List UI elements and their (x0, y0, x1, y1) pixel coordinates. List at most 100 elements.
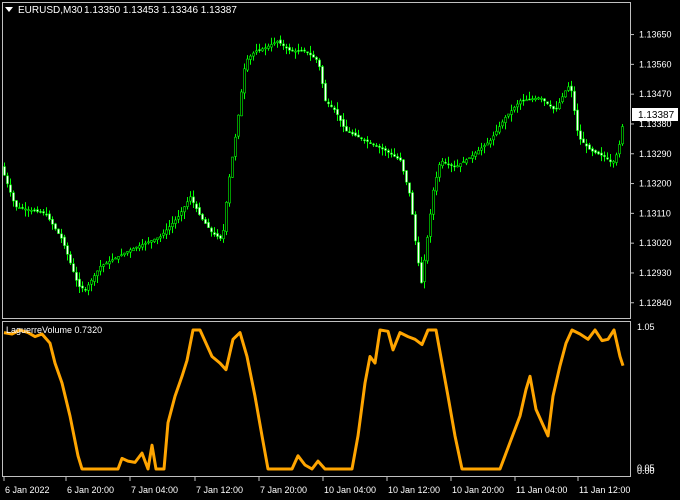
candle-body (306, 51, 309, 54)
candle-body (249, 55, 252, 60)
candle-body (159, 236, 162, 239)
candle-body (348, 131, 351, 133)
candle-body (549, 104, 552, 107)
candle-body (366, 139, 369, 142)
candle-body (99, 266, 102, 272)
candle-body (105, 262, 108, 265)
chart-background (0, 0, 680, 500)
candle-body (552, 105, 555, 110)
candle-body (42, 211, 45, 214)
candle-body (432, 189, 435, 215)
candle-body (579, 130, 582, 140)
candle-body (186, 201, 189, 207)
candle-body (504, 117, 507, 123)
candle-body (561, 96, 564, 102)
candle-body (441, 160, 444, 167)
candle-body (426, 237, 429, 262)
candle-body (27, 209, 30, 211)
candle-body (363, 139, 366, 141)
candle-body (189, 196, 192, 202)
candle-body (120, 254, 123, 257)
candle-body (276, 40, 279, 43)
candle-body (576, 109, 579, 131)
candle-body (141, 244, 144, 248)
candle-body (378, 145, 381, 148)
candle-body (492, 135, 495, 141)
candle-body (84, 289, 87, 291)
candle-body (588, 144, 591, 150)
candle-body (330, 104, 333, 108)
candle-body (96, 270, 99, 277)
candle-body (78, 278, 81, 287)
candle-body (438, 164, 441, 178)
candle-body (465, 159, 468, 164)
candle-body (135, 246, 138, 249)
candle-body (21, 207, 24, 209)
candle-body (180, 211, 183, 216)
candle-body (273, 42, 276, 45)
candle-body (321, 66, 324, 85)
candle-body (435, 177, 438, 192)
candle-body (498, 126, 501, 133)
candle-body (171, 222, 174, 228)
price-tick-label: 1.13290 (639, 149, 672, 159)
candle-body (591, 148, 594, 152)
candle-body (246, 58, 249, 71)
candle-body (87, 284, 90, 291)
candle-body (303, 49, 306, 52)
candle-body (534, 97, 537, 101)
candle-body (477, 150, 480, 155)
candle-body (618, 144, 621, 155)
candle-body (528, 98, 531, 101)
candle-body (420, 262, 423, 284)
time-tick-label: 10 Jan 12:00 (388, 485, 440, 495)
candle-body (537, 97, 540, 100)
candle-body (282, 43, 285, 47)
candle-body (519, 100, 522, 105)
price-tick-label: 1.13470 (639, 89, 672, 99)
candle-body (24, 208, 27, 211)
indicator-tick-label: 0.00 (637, 466, 655, 476)
candle-body (621, 126, 624, 145)
current-price-tag-text: 1.13387 (638, 110, 675, 121)
candle-body (198, 207, 201, 215)
candle-body (525, 99, 528, 102)
candle-body (258, 49, 261, 51)
candle-body (423, 259, 426, 282)
candle-body (360, 137, 363, 140)
candle-body (357, 134, 360, 138)
candle-body (489, 140, 492, 145)
candle-body (408, 182, 411, 194)
candle-body (267, 45, 270, 49)
candle-body (345, 126, 348, 132)
candle-body (501, 121, 504, 127)
candle-body (45, 213, 48, 216)
candle-body (261, 48, 264, 52)
candle-body (237, 114, 240, 137)
candle-body (342, 119, 345, 127)
symbol-label: EURUSD,M30 (18, 5, 83, 16)
candle-body (381, 147, 384, 150)
candle-body (39, 211, 42, 213)
time-tick-label: 6 Jan 2022 (5, 485, 50, 495)
candle-body (495, 130, 498, 135)
candle-body (369, 142, 372, 144)
candle-body (66, 245, 69, 255)
candle-body (69, 254, 72, 264)
candle-body (93, 275, 96, 282)
candle-body (240, 91, 243, 117)
candle-body (459, 163, 462, 167)
candle-body (483, 145, 486, 148)
candle-body (264, 47, 267, 50)
candle-body (456, 165, 459, 168)
candle-body (474, 152, 477, 157)
price-tick-label: 1.13110 (639, 208, 671, 218)
price-tick-label: 1.13560 (639, 59, 672, 69)
candle-body (315, 57, 318, 60)
candle-body (222, 230, 225, 240)
candle-body (207, 222, 210, 229)
candle-body (351, 131, 354, 135)
candle-body (510, 110, 513, 115)
candle-body (447, 163, 450, 166)
candle-body (243, 68, 246, 94)
